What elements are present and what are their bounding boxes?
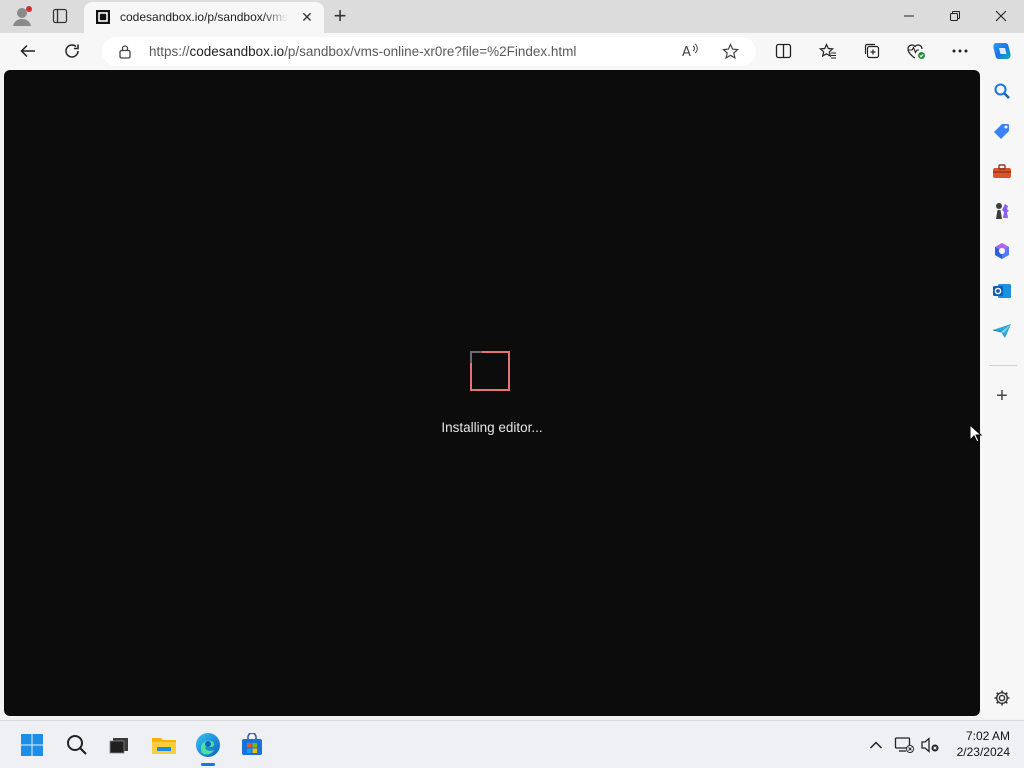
edge-sidebar: + [981,70,1024,718]
clock-date: 2/23/2024 [956,745,1010,759]
refresh-button[interactable] [57,37,87,65]
file-explorer-icon[interactable] [148,729,180,761]
copilot-icon[interactable] [987,37,1017,65]
sidebar-games-icon[interactable] [991,200,1013,222]
url-text[interactable]: https://codesandbox.io/p/sandbox/vms-onl… [149,44,576,59]
restore-button[interactable] [932,0,978,32]
split-screen-button[interactable] [768,37,798,65]
minimize-button[interactable] [886,0,932,32]
tab-actions-icon[interactable] [46,4,74,28]
mouse-cursor-icon [969,423,983,444]
sidebar-divider [989,365,1017,366]
sidebar-shopping-tag-icon[interactable] [991,120,1013,142]
close-window-button[interactable] [978,0,1024,32]
microsoft-store-icon[interactable] [236,729,268,761]
new-tab-button[interactable]: + [326,3,354,28]
sidebar-settings-icon[interactable] [991,687,1013,709]
sidebar-outlook-icon[interactable] [991,280,1013,302]
url-prefix: https:// [149,44,190,59]
edge-browser-icon[interactable] [192,729,224,766]
sidebar-microsoft365-icon[interactable] [991,240,1013,262]
sidebar-add-button[interactable]: + [991,385,1013,407]
tab-strip: codesandbox.io/p/sandbox/vms-online-xr0r… [0,0,1024,33]
clock-time: 7:02 AM [965,729,1010,743]
tab-title: codesandbox.io/p/sandbox/vms-online-xr0r… [120,10,288,24]
task-view-icon[interactable] [103,729,135,761]
active-app-indicator [201,763,215,766]
profile-icon[interactable] [8,4,36,28]
start-button-windows-icon[interactable] [16,729,48,761]
system-clock[interactable]: 7:02 AM 2/23/2024 [957,728,1010,760]
favorite-star-icon[interactable] [721,43,740,65]
loading-text: Installing editor... [441,420,543,435]
settings-more-button[interactable] [945,37,975,65]
taskbar-search-icon[interactable] [61,729,93,761]
tab-close-button[interactable]: ✕ [298,8,316,26]
sidebar-drop-send-icon[interactable] [991,320,1013,342]
volume-muted-icon[interactable] [914,729,946,761]
sidebar-search-icon[interactable] [991,80,1013,102]
navigation-toolbar: https://codesandbox.io/p/sandbox/vms-onl… [0,33,1024,70]
page-content: Installing editor... [4,70,980,716]
sidebar-tools-icon[interactable] [991,160,1013,182]
collections-button[interactable] [857,37,887,65]
back-button[interactable] [13,37,43,65]
windows-taskbar: 7:02 AM 2/23/2024 [0,720,1024,768]
address-bar[interactable]: https://codesandbox.io/p/sandbox/vms-onl… [102,37,756,66]
codesandbox-favicon-icon [96,10,110,29]
read-aloud-icon[interactable]: A [682,43,700,64]
svg-text:A: A [682,45,691,59]
lock-icon[interactable] [118,44,132,64]
url-host: codesandbox.io [189,44,285,59]
tab-codesandbox[interactable]: codesandbox.io/p/sandbox/vms-online-xr0r… [84,2,324,33]
browser-essentials-button[interactable] [901,37,931,65]
loading-spinner [470,351,510,391]
favorites-button[interactable] [813,37,843,65]
url-path: /p/sandbox/vms-online-xr0re?file=%2Finde… [284,44,577,59]
